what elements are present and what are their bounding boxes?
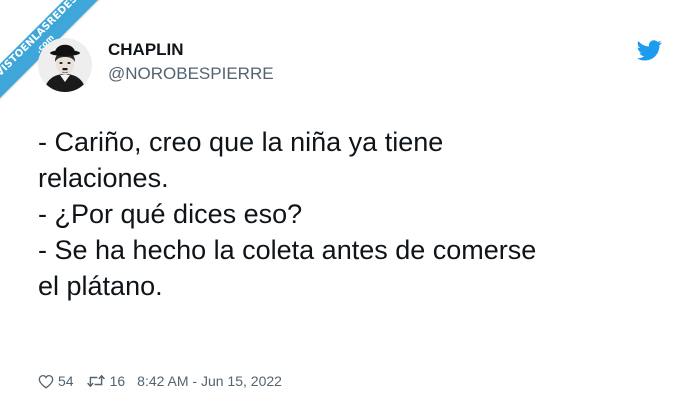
tweet-text-line: el plátano. bbox=[38, 271, 163, 301]
heart-icon[interactable] bbox=[38, 374, 54, 389]
author-name[interactable]: CHAPLIN bbox=[108, 40, 184, 60]
tweet-text-line: - Cariño, creo que la niña ya tiene bbox=[38, 127, 444, 157]
retweet-icon[interactable] bbox=[86, 374, 106, 388]
tweet-text-line: - ¿Por qué dices eso? bbox=[38, 199, 303, 229]
like-count: 54 bbox=[58, 373, 74, 389]
avatar-image bbox=[38, 38, 92, 92]
author-handle[interactable]: @NOROBESPIERRE bbox=[108, 64, 274, 84]
tweet-text-line: - Se ha hecho la coleta antes de comerse bbox=[38, 235, 537, 265]
tweet-meta-bar: 54 16 8:42 AM - Jun 15, 2022 bbox=[38, 372, 282, 390]
retweet-count: 16 bbox=[109, 373, 126, 389]
tweet-text: - Cariño, creo que la niña ya tiene rela… bbox=[38, 124, 668, 304]
avatar[interactable] bbox=[38, 38, 92, 92]
tweet-text-line: relaciones. bbox=[38, 163, 169, 193]
twitter-bird-icon[interactable] bbox=[637, 40, 662, 61]
tweet-screenshot: VISTOENLASREDES .com CHAPLIN @NOROBESPIE… bbox=[0, 0, 700, 420]
tweet-timestamp[interactable]: 8:42 AM - Jun 15, 2022 bbox=[137, 373, 282, 389]
